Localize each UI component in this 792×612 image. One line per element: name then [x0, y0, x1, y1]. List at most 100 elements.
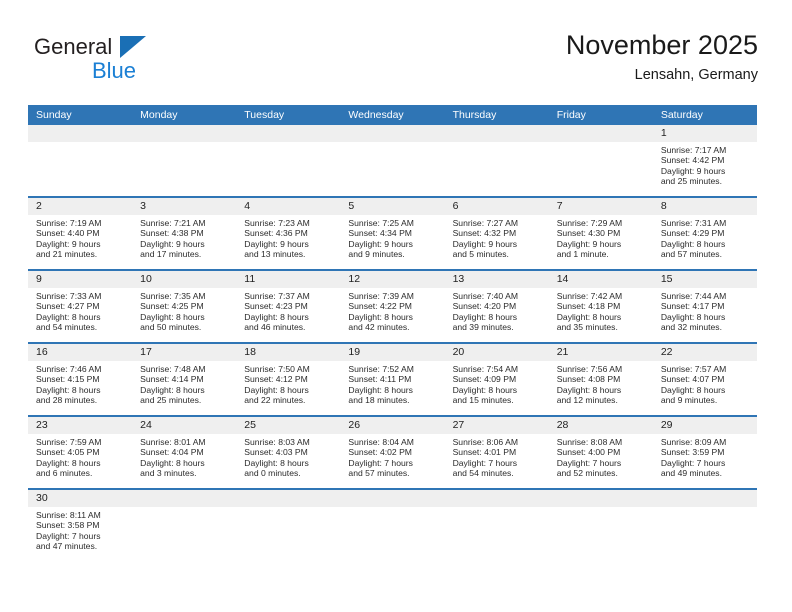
day-number: 14 — [548, 271, 653, 288]
day-cell-empty — [340, 490, 445, 568]
day-number: 21 — [548, 344, 653, 361]
sunset-text: Sunset: 4:05 PM — [36, 447, 100, 458]
daylight-text: Daylight: 8 hours — [452, 384, 518, 395]
day-cell-empty — [132, 125, 237, 196]
sunset-text: Sunset: 4:25 PM — [140, 301, 204, 312]
sun-info: Sunrise: 7:33 AM Sunset: 4:27 PM Daylight:… — [28, 288, 132, 333]
day-cell[interactable]: 18 Sunrise: 7:50 AM Sunset: 4:12 PM Dayligh… — [236, 344, 341, 415]
daylight-text: Daylight: 9 hours — [660, 165, 726, 176]
week-row: 2 Sunrise: 7:19 AM Sunset: 4:40 PM Daylight… — [28, 198, 757, 271]
sunset-text: Sunset: 4:42 PM — [660, 155, 725, 166]
page-title: November 2025 — [565, 30, 758, 60]
day-number — [340, 490, 445, 507]
day-cell[interactable]: 20 Sunrise: 7:54 AM Sunset: 4:09 PM Dayligh… — [444, 344, 549, 415]
daylight-text: Daylight: 8 hours — [244, 457, 309, 468]
day-number: 17 — [132, 344, 237, 361]
day-cell[interactable]: 6 Sunrise: 7:27 AM Sunset: 4:32 PM Daylight… — [444, 198, 549, 269]
day-cell[interactable]: 15 Sunrise: 7:44 AM Sunset: 4:17 PM Dayligh… — [652, 271, 757, 342]
daylight-text: and 3 minutes. — [140, 468, 197, 479]
day-cell[interactable]: 16 Sunrise: 7:46 AM Sunset: 4:15 PM Dayligh… — [28, 344, 133, 415]
day-number — [132, 125, 237, 142]
day-number: 4 — [236, 198, 341, 215]
day-number — [444, 490, 549, 507]
day-cell[interactable]: 24 Sunrise: 8:01 AM Sunset: 4:04 PM Dayligh… — [132, 417, 237, 488]
sun-info: Sunrise: 7:40 AM Sunset: 4:20 PM Daylight:… — [445, 288, 549, 333]
day-number: 15 — [652, 271, 757, 288]
day-cell[interactable]: 4 Sunrise: 7:23 AM Sunset: 4:36 PM Daylight… — [236, 198, 341, 269]
day-number: 10 — [132, 271, 237, 288]
day-cell[interactable]: 25 Sunrise: 8:03 AM Sunset: 4:03 PM Dayligh… — [236, 417, 341, 488]
sunrise-text: Sunrise: 7:33 AM — [36, 291, 102, 301]
sun-info: Sunrise: 7:46 AM Sunset: 4:15 PM Daylight:… — [28, 361, 132, 406]
day-cell[interactable]: 14 Sunrise: 7:42 AM Sunset: 4:18 PM Dayligh… — [548, 271, 653, 342]
weekday-header-monday: Monday — [140, 109, 178, 121]
daylight-text: and 39 minutes. — [452, 322, 514, 333]
daylight-text: and 21 minutes. — [36, 249, 98, 260]
day-cell[interactable]: 5 Sunrise: 7:25 AM Sunset: 4:34 PM Daylight… — [340, 198, 445, 269]
day-number: 11 — [236, 271, 341, 288]
day-number: 8 — [652, 198, 757, 215]
day-number: 16 — [28, 344, 133, 361]
daylight-text: Daylight: 9 hours — [36, 238, 101, 249]
sun-info: Sunrise: 7:59 AM Sunset: 4:05 PM Daylight:… — [28, 434, 132, 479]
daylight-text: and 25 minutes. — [140, 395, 202, 406]
sunset-text: Sunset: 3:59 PM — [660, 447, 725, 458]
daylight-text: Daylight: 8 hours — [244, 384, 309, 395]
day-cell[interactable]: 13 Sunrise: 7:40 AM Sunset: 4:20 PM Dayligh… — [444, 271, 549, 342]
sunset-text: Sunset: 4:32 PM — [452, 228, 517, 239]
daylight-text: and 52 minutes. — [556, 468, 618, 479]
day-cell[interactable]: 12 Sunrise: 7:39 AM Sunset: 4:22 PM Dayligh… — [340, 271, 445, 342]
day-cell[interactable]: 22 Sunrise: 7:57 AM Sunset: 4:07 PM Dayligh… — [652, 344, 757, 415]
day-cell[interactable]: 19 Sunrise: 7:52 AM Sunset: 4:11 PM Dayligh… — [340, 344, 445, 415]
sunset-text: Sunset: 4:11 PM — [348, 374, 412, 385]
day-cell[interactable]: 8 Sunrise: 7:31 AM Sunset: 4:29 PM Daylight… — [652, 198, 757, 269]
day-cell[interactable]: 27 Sunrise: 8:06 AM Sunset: 4:01 PM Dayligh… — [444, 417, 549, 488]
sunrise-text: Sunrise: 7:44 AM — [660, 291, 727, 301]
day-cell[interactable]: 26 Sunrise: 8:04 AM Sunset: 4:02 PM Dayligh… — [340, 417, 445, 488]
day-cell[interactable]: 29 Sunrise: 8:09 AM Sunset: 3:59 PM Dayligh… — [652, 417, 757, 488]
day-cell[interactable]: 2 Sunrise: 7:19 AM Sunset: 4:40 PM Daylight… — [28, 198, 133, 269]
sunrise-text: Sunrise: 7:37 AM — [244, 291, 310, 301]
week-row: 23 Sunrise: 7:59 AM Sunset: 4:05 PM Dayligh… — [28, 417, 757, 490]
sun-info: Sunrise: 7:23 AM Sunset: 4:36 PM Daylight:… — [236, 215, 340, 260]
day-number: 3 — [132, 198, 237, 215]
daylight-text: Daylight: 7 hours — [452, 457, 518, 468]
weekday-header-sunday: Sunday — [36, 109, 72, 121]
daylight-text: Daylight: 7 hours — [660, 457, 726, 468]
day-cell-empty — [28, 125, 133, 196]
day-cell[interactable]: 23 Sunrise: 7:59 AM Sunset: 4:05 PM Dayligh… — [28, 417, 133, 488]
day-cell[interactable]: 1 Sunrise: 7:17 AM Sunset: 4:42 PM Daylight… — [652, 125, 757, 196]
daylight-text: and 5 minutes. — [452, 249, 509, 260]
day-cell[interactable]: 3 Sunrise: 7:21 AM Sunset: 4:38 PM Daylight… — [132, 198, 237, 269]
day-cell[interactable]: 30 Sunrise: 8:11 AM Sunset: 3:58 PM Dayligh… — [28, 490, 133, 568]
day-cell[interactable]: 7 Sunrise: 7:29 AM Sunset: 4:30 PM Daylight… — [548, 198, 653, 269]
sun-info: Sunrise: 8:06 AM Sunset: 4:01 PM Daylight:… — [445, 434, 549, 479]
day-cell-empty — [340, 125, 445, 196]
day-cell[interactable]: 10 Sunrise: 7:35 AM Sunset: 4:25 PM Dayligh… — [132, 271, 237, 342]
page-subtitle: Lensahn, Germany — [634, 67, 758, 83]
day-number: 6 — [444, 198, 549, 215]
daylight-text: Daylight: 8 hours — [660, 384, 726, 395]
sunrise-text: Sunrise: 7:17 AM — [660, 145, 727, 155]
day-cell-empty — [444, 125, 549, 196]
day-cell[interactable]: 17 Sunrise: 7:48 AM Sunset: 4:14 PM Dayligh… — [132, 344, 237, 415]
day-cell-empty — [236, 490, 341, 568]
day-cell[interactable]: 28 Sunrise: 8:08 AM Sunset: 4:00 PM Dayligh… — [548, 417, 653, 488]
sunrise-text: Sunrise: 7:21 AM — [140, 218, 206, 228]
sunrise-text: Sunrise: 7:35 AM — [140, 291, 206, 301]
daylight-text: and 0 minutes. — [244, 468, 301, 479]
week-row: 9 Sunrise: 7:33 AM Sunset: 4:27 PM Daylight… — [28, 271, 757, 344]
sun-info: Sunrise: 7:39 AM Sunset: 4:22 PM Daylight:… — [340, 288, 444, 333]
day-cell[interactable]: 11 Sunrise: 7:37 AM Sunset: 4:23 PM Dayligh… — [236, 271, 341, 342]
day-cell-empty — [236, 125, 341, 196]
sun-info: Sunrise: 7:52 AM Sunset: 4:11 PM Daylight:… — [340, 361, 444, 406]
daylight-text: and 50 minutes. — [140, 322, 202, 333]
day-number — [444, 125, 549, 142]
day-cell[interactable]: 9 Sunrise: 7:33 AM Sunset: 4:27 PM Daylight… — [28, 271, 133, 342]
sunset-text: Sunset: 4:02 PM — [348, 447, 412, 458]
day-number: 1 — [652, 125, 757, 142]
day-cell[interactable]: 21 Sunrise: 7:56 AM Sunset: 4:08 PM Dayligh… — [548, 344, 653, 415]
day-number: 30 — [28, 490, 133, 507]
sunset-text: Sunset: 4:18 PM — [556, 301, 621, 312]
sunset-text: Sunset: 4:07 PM — [660, 374, 725, 385]
